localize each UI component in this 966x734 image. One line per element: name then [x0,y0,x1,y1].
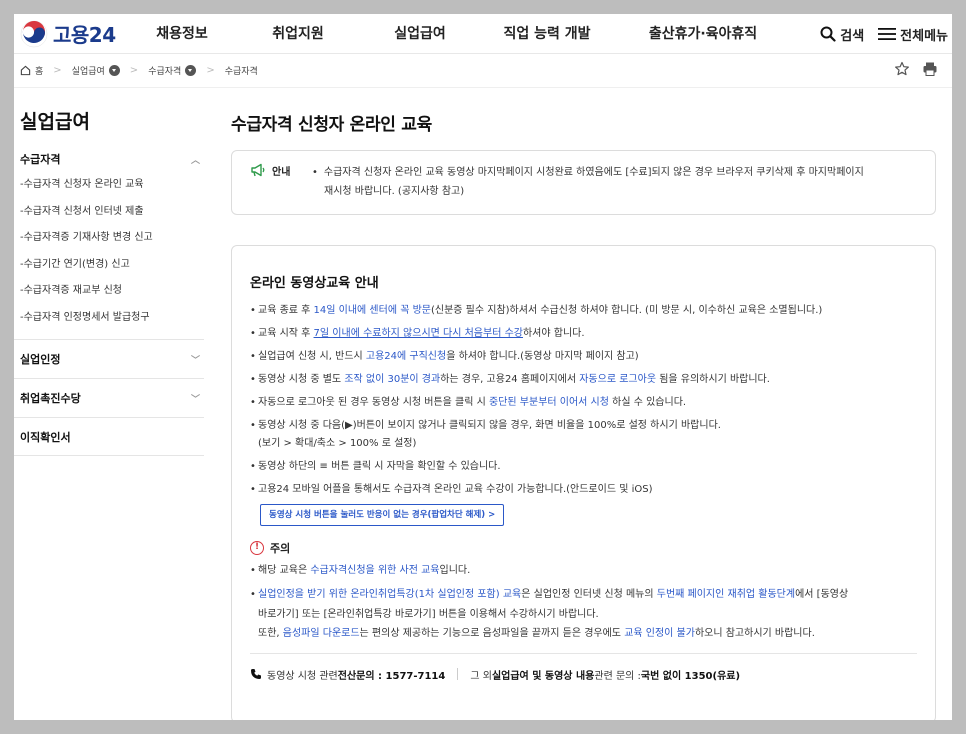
header-utilities: 검색 전체메뉴 [820,14,948,54]
list-item: 동영상 시청 중 다음(▶)버튼이 보이지 않거나 클릭되지 않을 경우, 화면… [250,417,917,453]
breadcrumb-level2-label: 수급자격 [148,67,182,77]
divider [457,668,459,680]
list-item: 해당 교육은 수급자격신청을 위한 사전 교육입니다. [250,562,917,580]
breadcrumb-separator-icon: > [53,65,62,76]
sidebar: 실업급여 수급자격 ︿ -수급자격 신청자 온라인 교육 -수급자격 신청서 인… [14,88,204,456]
search-label: 검색 [840,28,865,44]
home-icon [20,65,31,76]
nav-jobs[interactable]: 채용정보 [156,14,208,54]
card-title: 온라인 동영상교육 안내 [250,276,379,291]
caution-list: 해당 교육은 수급자격신청을 위한 사전 교육입니다. 실업인정을 받기 위한 … [250,562,917,644]
chevron-up-icon: ︿ [190,155,200,166]
breadcrumb-home-label: 홈 [35,67,44,77]
contact-info: 동영상 시청 관련 전산문의 : 1577-7114 그 외 실업급여 및 동영… [250,652,917,682]
all-menu-button[interactable]: 전체메뉴 [878,25,948,44]
chevron-down-icon: ﹀ [190,394,200,405]
popup-block-help-button[interactable]: 동영상 시청 버튼을 눌러도 반응이 없는 경우(팝업차단 해제) > [260,504,505,526]
notice-text: • 수급자격 신청자 온라인 교육 동영상 마지막페이지 시청완료 하였음에도 [… [312,167,864,197]
list-item: 동영상 시청 중 별도 조작 없이 30분이 경과하는 경우, 고용24 홈페이… [250,371,917,389]
video-education-card: 온라인 동영상교육 안내 교육 종료 후 14일 이내에 센터에 꼭 방문(신분… [231,245,936,720]
breadcrumb-separator-icon: > [206,65,215,76]
breadcrumb-separator-icon: > [129,65,139,76]
sidebar-item-period-extension[interactable]: -수급기간 연기(변경) 신고 [14,252,204,279]
nav-job-skill-development[interactable]: 직업 능력 개발 [503,14,590,54]
warning-icon: ! [250,541,264,555]
notice-box: 안내 • 수급자격 신청자 온라인 교육 동영상 마지막페이지 시청완료 하였음에… [231,150,936,215]
chevron-down-icon: ﹀ [190,355,200,366]
breadcrumb-home[interactable]: 홈 [20,64,43,77]
breadcrumb-current-label: 수급자격 [224,67,258,77]
phone-icon [251,669,261,679]
sidebar-title: 실업급여 [20,111,90,133]
search-icon [820,26,836,42]
nav-maternity-parental-leave[interactable]: 출산휴가·육아휴직 [649,14,757,54]
sidebar-group-separation-certificate[interactable]: 이직확인서 [14,417,204,456]
global-nav: 채용정보 취업지원 실업급여 직업 능력 개발 출산휴가·육아휴직 [14,14,952,54]
breadcrumb: 홈 > 실업급여 > 수급자격 > 수급자격 [14,54,952,88]
breadcrumb-current: 수급자격 [225,64,258,77]
sidebar-group-eligibility[interactable]: 수급자격 ︿ [14,146,204,172]
list-item: 실업급여 신청 시, 반드시 고용24에 구직신청을 하셔야 합니다.(동영상 … [250,348,917,366]
caution-heading: ! 주의 [250,540,917,556]
dropdown-icon[interactable] [108,65,120,76]
list-item: 고용24 모바일 어플을 통해서도 수급자격 온라인 교육 수강이 가능합니다.… [250,481,917,499]
breadcrumb-level1[interactable]: 실업급여 [72,64,120,77]
guide-list: 교육 종료 후 14일 이내에 센터에 꼭 방문(신분증 필수 지참)하셔서 수… [250,302,917,499]
sidebar-group-label: 취업촉진수당 [20,392,81,405]
search-button[interactable]: 검색 [820,25,864,44]
page-title: 수급자격 신청자 온라인 교육 [231,115,432,135]
sidebar-group-label: 이직확인서 [20,430,71,444]
sidebar-group-employment-allowance[interactable]: 취업촉진수당 ﹀ [14,378,204,417]
nav-employment-support[interactable]: 취업지원 [272,14,324,54]
dropdown-icon[interactable] [185,65,197,76]
browser-frame: 고용24 채용정보 취업지원 실업급여 직업 능력 개발 출산휴가·육아휴직 검… [14,14,952,720]
site-header: 고용24 채용정보 취업지원 실업급여 직업 능력 개발 출산휴가·육아휴직 검… [14,14,952,54]
megaphone-icon [251,163,265,177]
all-menu-label: 전체메뉴 [900,28,948,44]
breadcrumb-level1-label: 실업급여 [71,67,105,77]
main-content: 수급자격 신청자 온라인 교육 안내 • 수급자격 신청자 온라인 교육 동영상 … [231,88,936,720]
list-item: 교육 종료 후 14일 이내에 센터에 꼭 방문(신분증 필수 지참)하셔서 수… [250,302,917,320]
sidebar-item-change-report[interactable]: -수급자격증 기재사항 변경 신고 [14,225,204,252]
nav-unemployment-benefit[interactable]: 실업급여 [394,14,446,54]
sidebar-item-application-submit[interactable]: -수급자격 신청서 인터넷 제출 [14,199,204,226]
list-item: 실업인정을 받기 위한 온라인취업특강(1차 실업인정 포함) 교육은 실업인정… [250,585,917,644]
sidebar-group-unemployment-recognition[interactable]: 실업인정 ﹀ [14,339,204,378]
sidebar-item-online-education[interactable]: -수급자격 신청자 온라인 교육 [14,172,204,199]
print-icon[interactable] [922,61,938,77]
list-item: 동영상 하단의 ≡ 버튼 클릭 시 자막을 확인할 수 있습니다. [250,458,917,476]
sidebar-item-reissue[interactable]: -수급자격증 재교부 신청 [14,278,204,305]
page-actions [894,61,938,77]
notice-label: 안내 [250,163,312,214]
hamburger-menu-icon [878,28,897,40]
breadcrumb-level2[interactable]: 수급자격 [148,64,197,77]
sidebar-group-label: 수급자격 [20,153,61,166]
list-item: 자동으로 로그아웃 된 경우 동영상 시청 버튼을 클릭 시 중단된 부분부터 … [250,394,917,412]
list-item: 교육 시작 후 7일 이내에 수료하지 않으시면 다시 처음부터 수강하셔야 합… [250,325,917,343]
bookmark-star-icon[interactable] [894,61,910,77]
sidebar-item-certificate-request[interactable]: -수급자격 인정명세서 발급청구 [14,305,204,332]
sidebar-group-label: 실업인정 [20,353,61,366]
